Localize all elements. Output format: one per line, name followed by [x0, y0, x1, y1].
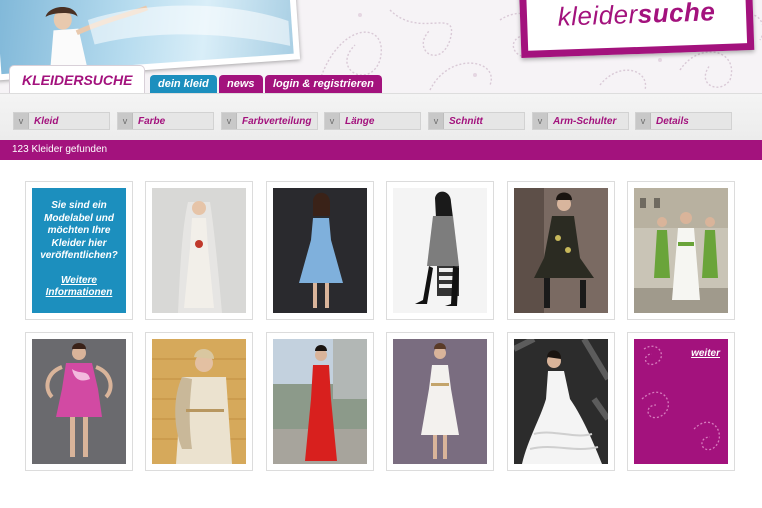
- chevron-down-icon: v: [429, 113, 444, 129]
- dress-card[interactable]: [386, 181, 494, 320]
- chevron-down-icon: v: [118, 113, 133, 129]
- dress-photo[interactable]: [634, 188, 728, 313]
- dress-photo[interactable]: [32, 339, 126, 464]
- site-logo[interactable]: kleidersuche: [518, 0, 755, 59]
- dress-card[interactable]: [386, 332, 494, 471]
- dress-card[interactable]: [507, 332, 615, 471]
- dress-card[interactable]: [627, 181, 735, 320]
- weiter-link[interactable]: weiter: [691, 348, 720, 359]
- tab-dein-kleid[interactable]: dein kleid: [150, 75, 217, 93]
- dress-photo[interactable]: [514, 188, 608, 313]
- filter-farbe[interactable]: v Farbe: [117, 112, 214, 130]
- dress-photo[interactable]: [273, 339, 367, 464]
- weiter-card[interactable]: weiter: [627, 332, 735, 471]
- dress-card[interactable]: [266, 181, 374, 320]
- filter-bar: v Kleid v Farbe v Farbverteilung v Länge…: [0, 93, 762, 140]
- tab-login-registrieren[interactable]: login & registrieren: [265, 75, 382, 93]
- chevron-down-icon: v: [636, 113, 651, 129]
- result-count: 123 Kleider gefunden: [0, 140, 762, 160]
- filter-label: Länge: [345, 115, 375, 127]
- tab-kleidersuche[interactable]: KLEIDERSUCHE: [9, 65, 146, 93]
- chevron-down-icon: v: [222, 113, 237, 129]
- chevron-down-icon: v: [533, 113, 548, 129]
- dress-photo[interactable]: [514, 339, 608, 464]
- promo-text: Sie sind ein Modelabel und möchten Ihre …: [40, 200, 118, 261]
- filter-kleid[interactable]: v Kleid: [13, 112, 110, 130]
- filter-label: Arm-Schulter: [553, 115, 617, 127]
- filter-laenge[interactable]: v Länge: [324, 112, 421, 130]
- promo-link[interactable]: Weitere Informationen: [38, 275, 120, 300]
- chevron-down-icon: v: [325, 113, 340, 129]
- tab-news[interactable]: news: [219, 75, 263, 93]
- dress-card[interactable]: [507, 181, 615, 320]
- filter-schnitt[interactable]: v Schnitt: [428, 112, 525, 130]
- filter-label: Farbverteilung: [242, 115, 312, 127]
- filter-label: Kleid: [34, 115, 59, 127]
- promo-card[interactable]: Sie sind ein Modelabel und möchten Ihre …: [25, 181, 133, 320]
- filter-arm-schulter[interactable]: v Arm-Schulter: [532, 112, 629, 130]
- site-header: kleidersuche KLEIDERSUCHE dein kleid new…: [0, 0, 762, 93]
- dress-photo[interactable]: [393, 188, 487, 313]
- chevron-down-icon: v: [14, 113, 29, 129]
- filter-label: Details: [656, 115, 689, 127]
- promo-box[interactable]: Sie sind ein Modelabel und möchten Ihre …: [32, 188, 126, 313]
- dress-photo[interactable]: [393, 339, 487, 464]
- filter-label: Schnitt: [449, 115, 483, 127]
- filter-label: Farbe: [138, 115, 166, 127]
- logo-text: kleidersuche: [557, 0, 716, 32]
- dress-card[interactable]: [25, 332, 133, 471]
- weiter-box[interactable]: weiter: [634, 339, 728, 464]
- filter-farbverteilung[interactable]: v Farbverteilung: [221, 112, 318, 130]
- dress-card[interactable]: [145, 181, 253, 320]
- dress-photo[interactable]: [273, 188, 367, 313]
- dress-card[interactable]: [145, 332, 253, 471]
- dress-photo[interactable]: [152, 188, 246, 313]
- filter-details[interactable]: v Details: [635, 112, 732, 130]
- dress-photo[interactable]: [152, 339, 246, 464]
- dress-card[interactable]: [266, 332, 374, 471]
